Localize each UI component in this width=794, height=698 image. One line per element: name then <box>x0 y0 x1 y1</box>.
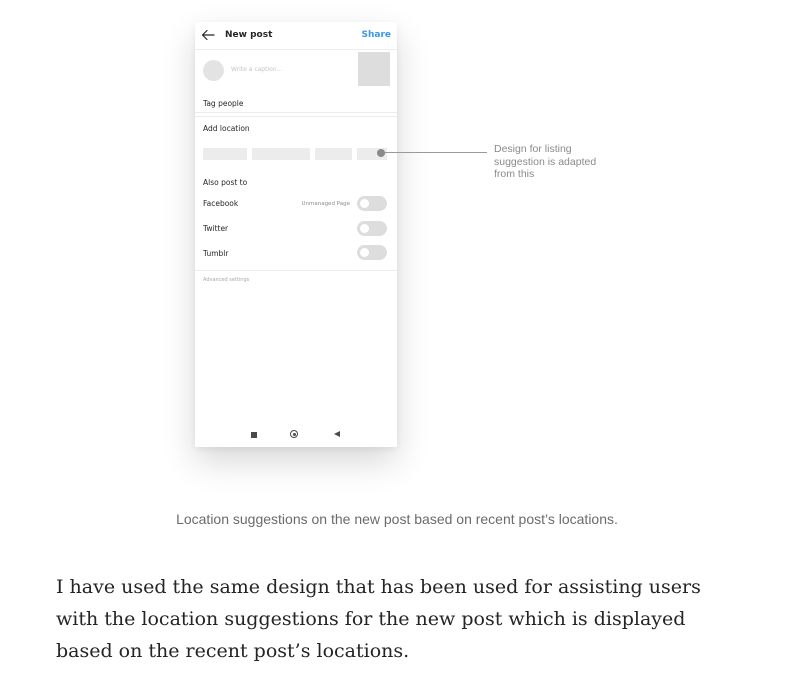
callout-annotation: Design for listing suggestion is adapted… <box>494 143 597 180</box>
location-suggestion-chip[interactable] <box>315 148 352 160</box>
home-circle-icon[interactable] <box>290 430 298 438</box>
square-icon[interactable] <box>251 432 257 438</box>
unmanaged-page-note: Unmanaged Page <box>301 201 350 207</box>
add-location-row[interactable]: Add location <box>203 124 250 133</box>
location-suggestion-chip[interactable] <box>203 148 247 160</box>
share-button[interactable]: Share <box>361 30 391 40</box>
callout-dot <box>377 149 385 157</box>
toggle-knob <box>360 199 369 208</box>
advanced-settings-link[interactable]: Advanced settings <box>203 277 249 283</box>
toggle-knob <box>360 248 369 257</box>
divider <box>195 116 397 117</box>
facebook-toggle[interactable] <box>357 196 387 211</box>
figure-caption: Location suggestions on the new post bas… <box>176 511 618 527</box>
divider <box>195 270 397 271</box>
location-suggestion-chip[interactable] <box>252 148 310 160</box>
toggle-knob <box>360 224 369 233</box>
body-paragraph: I have used the same design that has bee… <box>56 576 701 662</box>
page-title: New post <box>225 30 273 40</box>
callout-line <box>381 152 487 153</box>
also-post-to-heading: Also post to <box>203 178 248 187</box>
tumblr-toggle[interactable] <box>357 245 387 260</box>
tumblr-label: Tumblr <box>203 249 229 258</box>
twitter-toggle[interactable] <box>357 221 387 236</box>
phone-mockup: New post Share Write a caption... Tag pe… <box>195 22 397 447</box>
tag-people-row[interactable]: Tag people <box>203 99 244 108</box>
facebook-label: Facebook <box>203 199 239 208</box>
new-post-header: New post Share <box>195 22 397 50</box>
post-thumbnail <box>358 52 390 86</box>
caption-input[interactable]: Write a caption... <box>231 66 341 73</box>
arrow-left-icon[interactable] <box>201 28 215 42</box>
twitter-label: Twitter <box>203 224 229 233</box>
avatar <box>203 60 224 81</box>
back-triangle-icon[interactable] <box>334 431 340 437</box>
